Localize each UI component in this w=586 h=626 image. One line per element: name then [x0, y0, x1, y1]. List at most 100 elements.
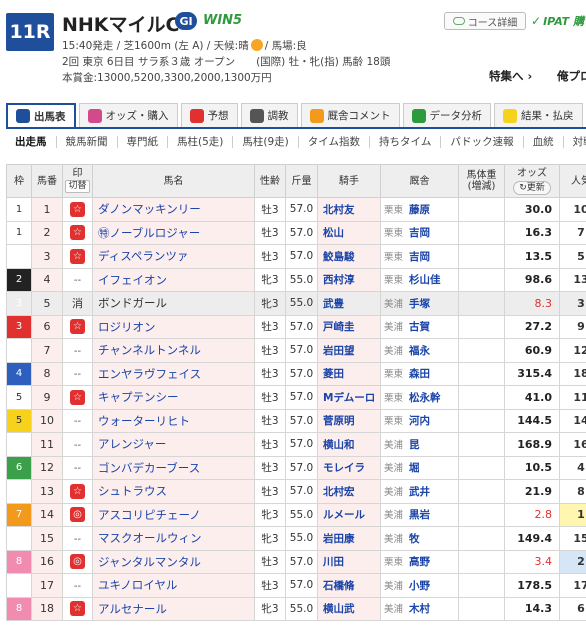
horse-name-link[interactable]: チャンネルトンネル	[92, 338, 255, 363]
trainer-link[interactable]: 森田	[409, 368, 430, 380]
mark-cell[interactable]: --	[62, 338, 93, 363]
mark-cell[interactable]: ☆	[62, 479, 93, 504]
win5-badge[interactable]: WIN5	[203, 13, 242, 28]
mark-cell[interactable]: ☆	[62, 244, 93, 269]
col-mark[interactable]: 印切替	[62, 164, 93, 198]
trainer-link[interactable]: 昆	[409, 439, 420, 451]
horse-name-link[interactable]: マスクオールウィン	[92, 526, 255, 551]
mark-cell[interactable]: --	[62, 267, 93, 292]
trainer-link[interactable]: 松永幹	[409, 392, 441, 404]
jockey-link[interactable]: 石橋脩	[317, 573, 381, 598]
tab-4[interactable]: 厩舎コメント	[300, 103, 400, 127]
subtab-5[interactable]: タイム指数	[299, 136, 371, 148]
jockey-link[interactable]: 北村宏	[317, 479, 381, 504]
horse-name-link[interactable]: ㊕ノーブルロジャー	[92, 220, 255, 245]
trainer-link[interactable]: 武井	[409, 486, 430, 498]
tab-3[interactable]: 調教	[240, 103, 298, 127]
erase-mark[interactable]: 消	[72, 297, 83, 310]
horse-name-link[interactable]: ユキノロイヤル	[92, 573, 255, 598]
mark-toggle-button[interactable]: 切替	[65, 180, 90, 193]
jockey-link[interactable]: 菅原明	[317, 408, 381, 433]
double-circle-mark-icon[interactable]: ◎	[70, 554, 85, 570]
course-detail-button[interactable]: コース詳細	[444, 12, 526, 30]
jockey-link[interactable]: 菱田	[317, 361, 381, 386]
jockey-link[interactable]: ルメール	[317, 502, 381, 527]
mark-cell[interactable]: --	[62, 455, 93, 480]
jockey-link[interactable]: 岩田望	[317, 338, 381, 363]
trainer-link[interactable]: 福永	[409, 345, 430, 357]
mark-cell[interactable]: ☆	[62, 314, 93, 339]
subtab-9[interactable]: 対戦表	[564, 136, 586, 148]
trainer-link[interactable]: 古賀	[409, 321, 430, 333]
mark-cell[interactable]: ☆	[62, 385, 93, 410]
odds-update-button[interactable]: ↻更新	[513, 180, 551, 195]
no-mark[interactable]: --	[74, 416, 81, 427]
horse-name-link[interactable]: イフェイオン	[92, 267, 255, 292]
no-mark[interactable]: --	[74, 534, 81, 545]
horse-name-link[interactable]: アルセナール	[92, 596, 255, 621]
no-mark[interactable]: --	[74, 275, 81, 286]
mark-cell[interactable]: ☆	[62, 596, 93, 621]
subtab-6[interactable]: 持ちタイム	[370, 136, 442, 148]
jockey-link[interactable]: 川田	[317, 549, 381, 574]
jockey-link[interactable]: 鮫島駿	[317, 244, 381, 269]
double-circle-mark-icon[interactable]: ◎	[70, 507, 85, 523]
tab-5[interactable]: データ分析	[402, 103, 491, 127]
horse-name-link[interactable]: アレンジャー	[92, 432, 255, 457]
star-mark-icon[interactable]: ☆	[70, 389, 85, 405]
mark-cell[interactable]: --	[62, 432, 93, 457]
jockey-link[interactable]: 横山和	[317, 432, 381, 457]
no-mark[interactable]: --	[74, 369, 81, 380]
star-mark-icon[interactable]: ☆	[70, 483, 85, 499]
no-mark[interactable]: --	[74, 346, 81, 357]
trainer-link[interactable]: 高野	[409, 556, 430, 568]
trainer-link[interactable]: 手塚	[409, 298, 430, 310]
jockey-link[interactable]: 戸崎圭	[317, 314, 381, 339]
mark-cell[interactable]: --	[62, 408, 93, 433]
horse-name-link[interactable]: エンヤラヴフェイス	[92, 361, 255, 386]
subtab-3[interactable]: 馬柱(5走)	[168, 136, 234, 148]
mark-cell[interactable]: ☆	[62, 220, 93, 245]
trainer-link[interactable]: 河内	[409, 415, 430, 427]
trainer-link[interactable]: 吉岡	[409, 251, 430, 263]
tab-6[interactable]: 結果・払戻	[494, 103, 583, 127]
horse-name-link[interactable]: ゴンバデカーブース	[92, 455, 255, 480]
no-mark[interactable]: --	[74, 463, 81, 474]
horse-name-link[interactable]: ウォーターリヒト	[92, 408, 255, 433]
horse-name-link[interactable]: ボンドガール	[92, 291, 255, 316]
subtab-0[interactable]: 出走馬	[6, 136, 57, 148]
jockey-link[interactable]: Mデムーロ	[317, 385, 381, 410]
trainer-link[interactable]: 黒岩	[409, 509, 430, 521]
star-mark-icon[interactable]: ☆	[70, 225, 85, 241]
horse-name-link[interactable]: ロジリオン	[92, 314, 255, 339]
no-mark[interactable]: --	[74, 440, 81, 451]
trainer-link[interactable]: 木村	[409, 603, 430, 615]
tab-1[interactable]: オッズ・購入	[78, 103, 178, 127]
subtab-2[interactable]: 専門紙	[118, 136, 168, 148]
subtab-1[interactable]: 競馬新聞	[57, 136, 118, 148]
trainer-link[interactable]: 杉山佳	[409, 274, 441, 286]
trainer-link[interactable]: 藤原	[409, 204, 430, 216]
jockey-link[interactable]: 松山	[317, 220, 381, 245]
star-mark-icon[interactable]: ☆	[70, 601, 85, 617]
jockey-link[interactable]: 横山武	[317, 596, 381, 621]
mark-cell[interactable]: --	[62, 361, 93, 386]
mark-cell[interactable]: --	[62, 573, 93, 598]
horse-name-link[interactable]: シュトラウス	[92, 479, 255, 504]
no-mark[interactable]: --	[74, 581, 81, 592]
horse-name-link[interactable]: ジャンタルマンタル	[92, 549, 255, 574]
ipat-button[interactable]: ✓ IPAT 購	[531, 12, 586, 30]
star-mark-icon[interactable]: ☆	[70, 248, 85, 264]
mark-cell[interactable]: ☆	[62, 197, 93, 222]
trainer-link[interactable]: 牧	[409, 533, 420, 545]
mark-cell[interactable]: ◎	[62, 549, 93, 574]
trainer-link[interactable]: 小野	[409, 580, 430, 592]
special-feature-link[interactable]: 特集へ ›	[489, 68, 532, 84]
subtab-4[interactable]: 馬柱(9走)	[233, 136, 299, 148]
tab-2[interactable]: 予想	[180, 103, 238, 127]
star-mark-icon[interactable]: ☆	[70, 201, 85, 217]
mark-cell[interactable]: --	[62, 526, 93, 551]
subtab-8[interactable]: 血統	[524, 136, 564, 148]
horse-name-link[interactable]: キャプテンシー	[92, 385, 255, 410]
horse-name-link[interactable]: アスコリピチェーノ	[92, 502, 255, 527]
